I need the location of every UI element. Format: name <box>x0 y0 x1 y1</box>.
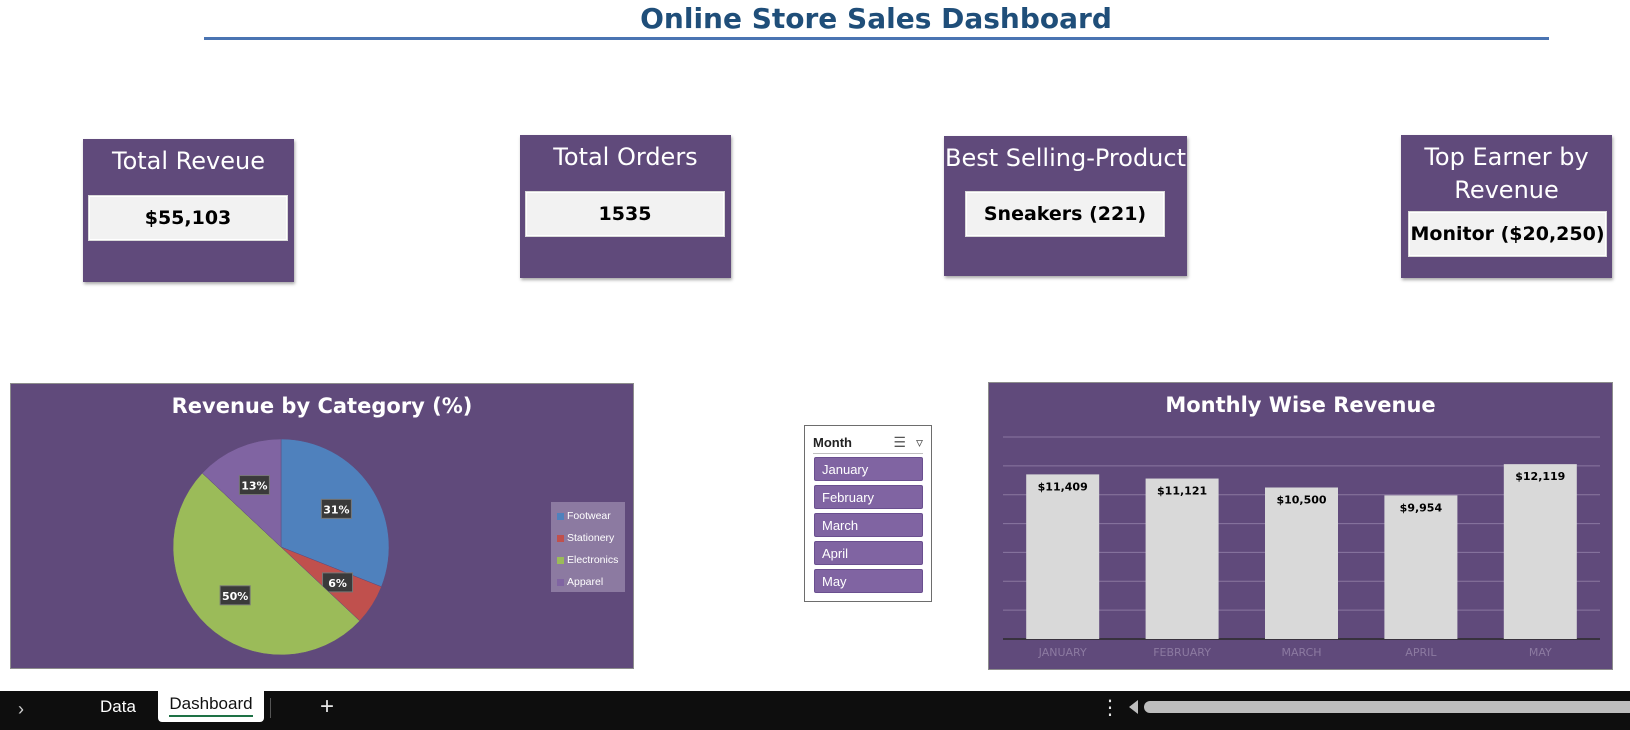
legend-item-stationery: Stationery <box>551 527 625 549</box>
slicer-item-may[interactable]: May <box>814 569 923 593</box>
legend-item-apparel: Apparel <box>551 571 625 593</box>
kpi-top-earner[interactable]: Top Earner by Revenue Monitor ($20,250) <box>1401 135 1612 278</box>
bar-chart: $11,409 JANUARY $11,121 FEBRUARY $10,500 MARC… <box>1003 436 1600 659</box>
kpi-value: 1535 <box>525 191 725 237</box>
kpi-value: Sneakers (221) <box>965 191 1165 237</box>
kpi-label: Total Reveue <box>112 147 265 175</box>
pie-chart: 31% 6% 50% 13% <box>172 438 390 656</box>
horizontal-scrollbar[interactable] <box>1144 701 1630 713</box>
clear-filter-icon[interactable]: ▿ <box>916 434 923 451</box>
slicer-title: Month <box>813 434 852 450</box>
tab-data[interactable]: Data <box>88 691 148 722</box>
monthly-revenue-chart[interactable]: Monthly Wise Revenue $11,409 JANUARY $11,1… <box>988 382 1613 670</box>
slicer-item-april[interactable]: April <box>814 541 923 565</box>
kpi-label: Top Earner by Revenue <box>1424 143 1589 204</box>
slicer-item-february[interactable]: February <box>814 485 923 509</box>
kpi-label: Total Orders <box>553 143 698 171</box>
tab-divider <box>270 698 271 718</box>
sheet-tab-bar: › Data Dashboard + ⋮ <box>0 689 1630 730</box>
x-tick-label: JANUARY <box>1038 646 1087 659</box>
tab-dashboard[interactable]: Dashboard <box>158 689 264 722</box>
bar-february[interactable] <box>1145 478 1219 639</box>
more-vertical-icon[interactable]: ⋮ <box>1100 695 1120 720</box>
bar-march[interactable] <box>1265 487 1338 640</box>
kpi-total-revenue[interactable]: Total Reveue $55,103 <box>83 139 294 282</box>
x-tick-label: FEBRUARY <box>1153 646 1211 659</box>
bar-data-label: $10,500 <box>1276 494 1326 507</box>
kpi-total-orders[interactable]: Total Orders 1535 <box>520 135 731 278</box>
bar-data-label: $12,119 <box>1515 470 1565 483</box>
pie-data-label: 13% <box>238 475 270 496</box>
multi-select-icon[interactable]: ☰ <box>893 434 906 451</box>
month-slicer[interactable]: Month ☰ ▿ January February March April M… <box>804 425 932 602</box>
bar-data-label: $11,409 <box>1038 480 1088 493</box>
scroll-left-icon[interactable] <box>1129 700 1138 714</box>
x-tick-label: MARCH <box>1281 646 1321 659</box>
chevron-right-icon[interactable]: › <box>18 699 24 720</box>
bar-april[interactable] <box>1384 495 1458 639</box>
kpi-value: Monitor ($20,250) <box>1408 211 1607 257</box>
title-underline <box>204 37 1549 40</box>
svg-text:50%: 50% <box>222 590 248 603</box>
kpi-best-selling-product[interactable]: Best Selling-Product Sneakers (221) <box>944 136 1187 276</box>
legend-item-footwear: Footwear <box>551 505 625 527</box>
slicer-header: Month ☰ ▿ <box>813 431 923 454</box>
svg-text:6%: 6% <box>328 577 347 590</box>
svg-text:13%: 13% <box>241 480 267 493</box>
revenue-by-category-chart[interactable]: Revenue by Category (%) 31% 6% 50% 13% Foot… <box>10 383 634 669</box>
bar-data-label: $11,121 <box>1157 485 1207 498</box>
bar-january[interactable] <box>1026 474 1100 639</box>
bar-data-label: $9,954 <box>1400 501 1443 514</box>
pie-data-label: 31% <box>320 498 352 519</box>
dashboard-title: Online Store Sales Dashboard <box>640 2 1112 35</box>
x-tick-label: APRIL <box>1405 646 1437 659</box>
pie-data-label: 50% <box>219 585 251 606</box>
pie-data-label: 6% <box>322 572 354 593</box>
x-tick-label: MAY <box>1529 646 1552 659</box>
bar-may[interactable] <box>1503 464 1577 639</box>
slicer-item-january[interactable]: January <box>814 457 923 481</box>
kpi-value: $55,103 <box>88 195 288 241</box>
pie-legend: Footwear Stationery Electronics Apparel <box>551 502 625 592</box>
slicer-item-march[interactable]: March <box>814 513 923 537</box>
kpi-label: Best Selling-Product <box>944 144 1186 172</box>
legend-item-electronics: Electronics <box>551 549 625 571</box>
plus-icon[interactable]: + <box>320 693 334 721</box>
svg-text:31%: 31% <box>323 503 349 516</box>
